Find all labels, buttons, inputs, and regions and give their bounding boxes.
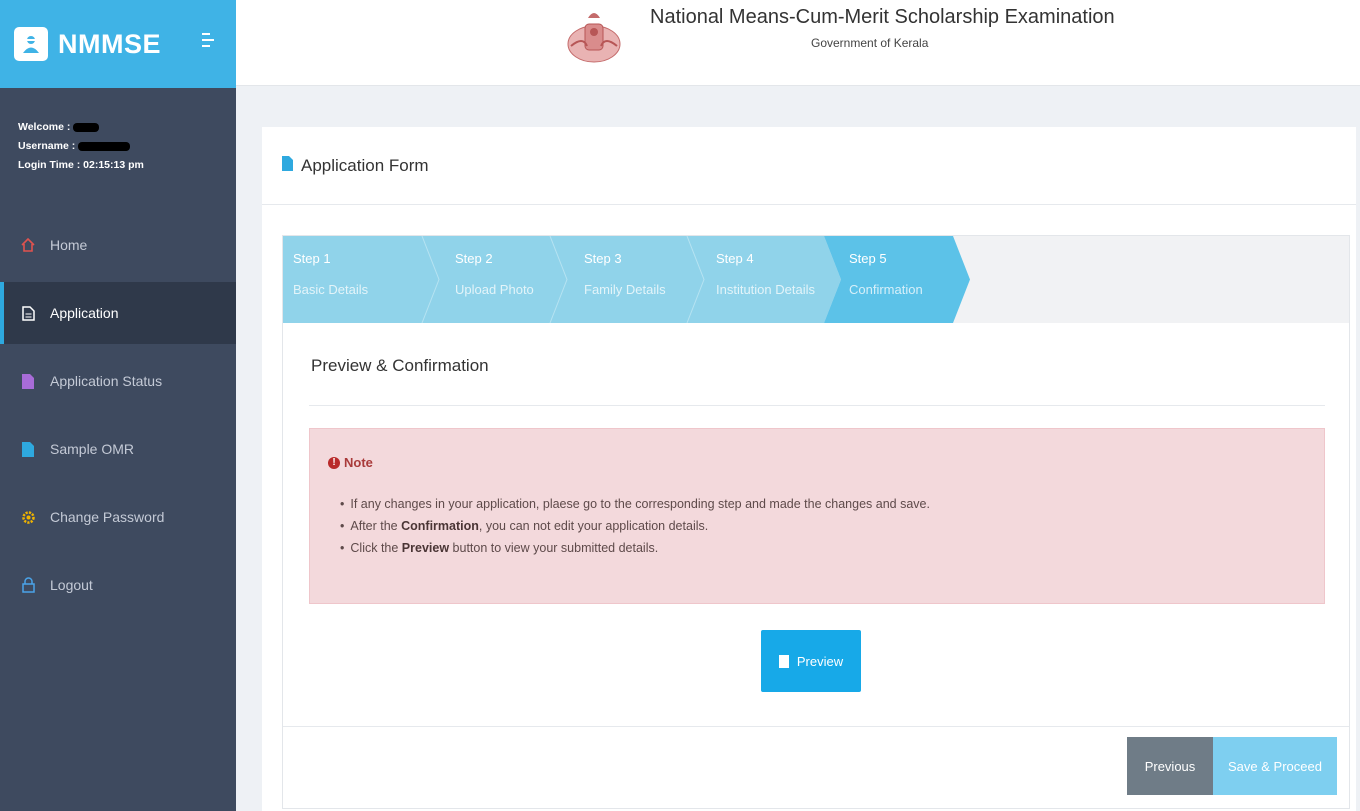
username-line: Username : — [18, 137, 236, 156]
sidebar-item-label: Change Password — [50, 509, 165, 525]
home-icon — [20, 238, 36, 252]
kerala-emblem-icon — [563, 6, 625, 66]
save-proceed-button[interactable]: Save & Proceed — [1213, 737, 1337, 795]
step-bar-background — [283, 236, 970, 323]
sidebar-item-application[interactable]: Application — [0, 282, 236, 344]
step-5[interactable]: Step 5 Confirmation — [849, 243, 923, 305]
sidebar-menu: Home Application Application Status Samp… — [0, 214, 236, 622]
step-4[interactable]: Step 4 Institution Details — [716, 243, 815, 305]
document-icon — [282, 155, 293, 176]
user-info: Welcome : Username : Login Time : 02:15:… — [0, 88, 236, 175]
step-1[interactable]: Step 1 Basic Details — [293, 243, 368, 305]
sidebar-item-application-status[interactable]: Application Status — [0, 350, 236, 412]
step-2[interactable]: Step 2 Upload Photo — [455, 243, 534, 305]
sidebar-item-logout[interactable]: Logout — [0, 554, 236, 616]
note-alert: ! Note If any changes in your applicatio… — [309, 428, 1325, 604]
preview-button[interactable]: Preview — [761, 630, 861, 692]
divider — [309, 405, 1325, 406]
list-item: If any changes in your application, plae… — [340, 493, 930, 515]
lock-icon — [20, 577, 36, 593]
brand-bar: NMMSE — [0, 0, 236, 88]
sidebar-item-label: Sample OMR — [50, 441, 135, 457]
menu-toggle-icon[interactable] — [198, 30, 214, 50]
file-icon — [20, 373, 36, 389]
alert-icon: ! — [328, 456, 340, 469]
document-icon — [778, 654, 789, 668]
document-icon — [20, 305, 36, 321]
application-form-card: Application Form Step 1 Basic Details St… — [262, 127, 1356, 811]
card-header: Application Form — [262, 127, 1356, 205]
sidebar-item-label: Logout — [50, 577, 93, 593]
confirmation-panel: Preview & Confirmation ! Note If any cha… — [283, 324, 1349, 726]
previous-button[interactable]: Previous — [1127, 737, 1213, 795]
step-bar: Step 1 Basic Details Step 2 Upload Photo… — [283, 236, 1349, 323]
sidebar-item-label: Application — [50, 305, 119, 321]
file-icon — [20, 441, 36, 457]
sidebar-item-label: Application Status — [50, 373, 163, 389]
site-title: National Means-Cum-Merit Scholarship Exa… — [650, 6, 1115, 28]
step-wizard: Step 1 Basic Details Step 2 Upload Photo… — [282, 235, 1350, 809]
gear-icon — [20, 510, 36, 525]
sidebar-item-change-password[interactable]: Change Password — [0, 486, 236, 548]
section-title: Preview & Confirmation — [311, 356, 489, 375]
welcome-line: Welcome : — [18, 118, 236, 137]
sidebar-item-sample-omr[interactable]: Sample OMR — [0, 418, 236, 480]
page-title: Application Form — [301, 155, 429, 175]
sidebar-item-label: Home — [50, 237, 88, 253]
note-heading: ! Note — [328, 455, 373, 470]
list-item: After the Confirmation, you can not edit… — [340, 515, 930, 537]
logo-icon — [14, 27, 48, 61]
note-list: If any changes in your application, plae… — [340, 493, 930, 559]
brand-name: NMMSE — [58, 28, 161, 59]
login-time: Login Time : 02:15:13 pm — [18, 159, 144, 171]
sidebar: NMMSE Welcome : Username : Login Time : … — [0, 0, 236, 811]
top-header: National Means-Cum-Merit Scholarship Exa… — [236, 0, 1360, 86]
step-3[interactable]: Step 3 Family Details — [584, 243, 666, 305]
wizard-footer: Previous Save & Proceed — [283, 726, 1349, 808]
site-subtitle: Government of Kerala — [811, 36, 929, 50]
list-item: Click the Preview button to view your su… — [340, 537, 930, 559]
sidebar-item-home[interactable]: Home — [0, 214, 236, 276]
